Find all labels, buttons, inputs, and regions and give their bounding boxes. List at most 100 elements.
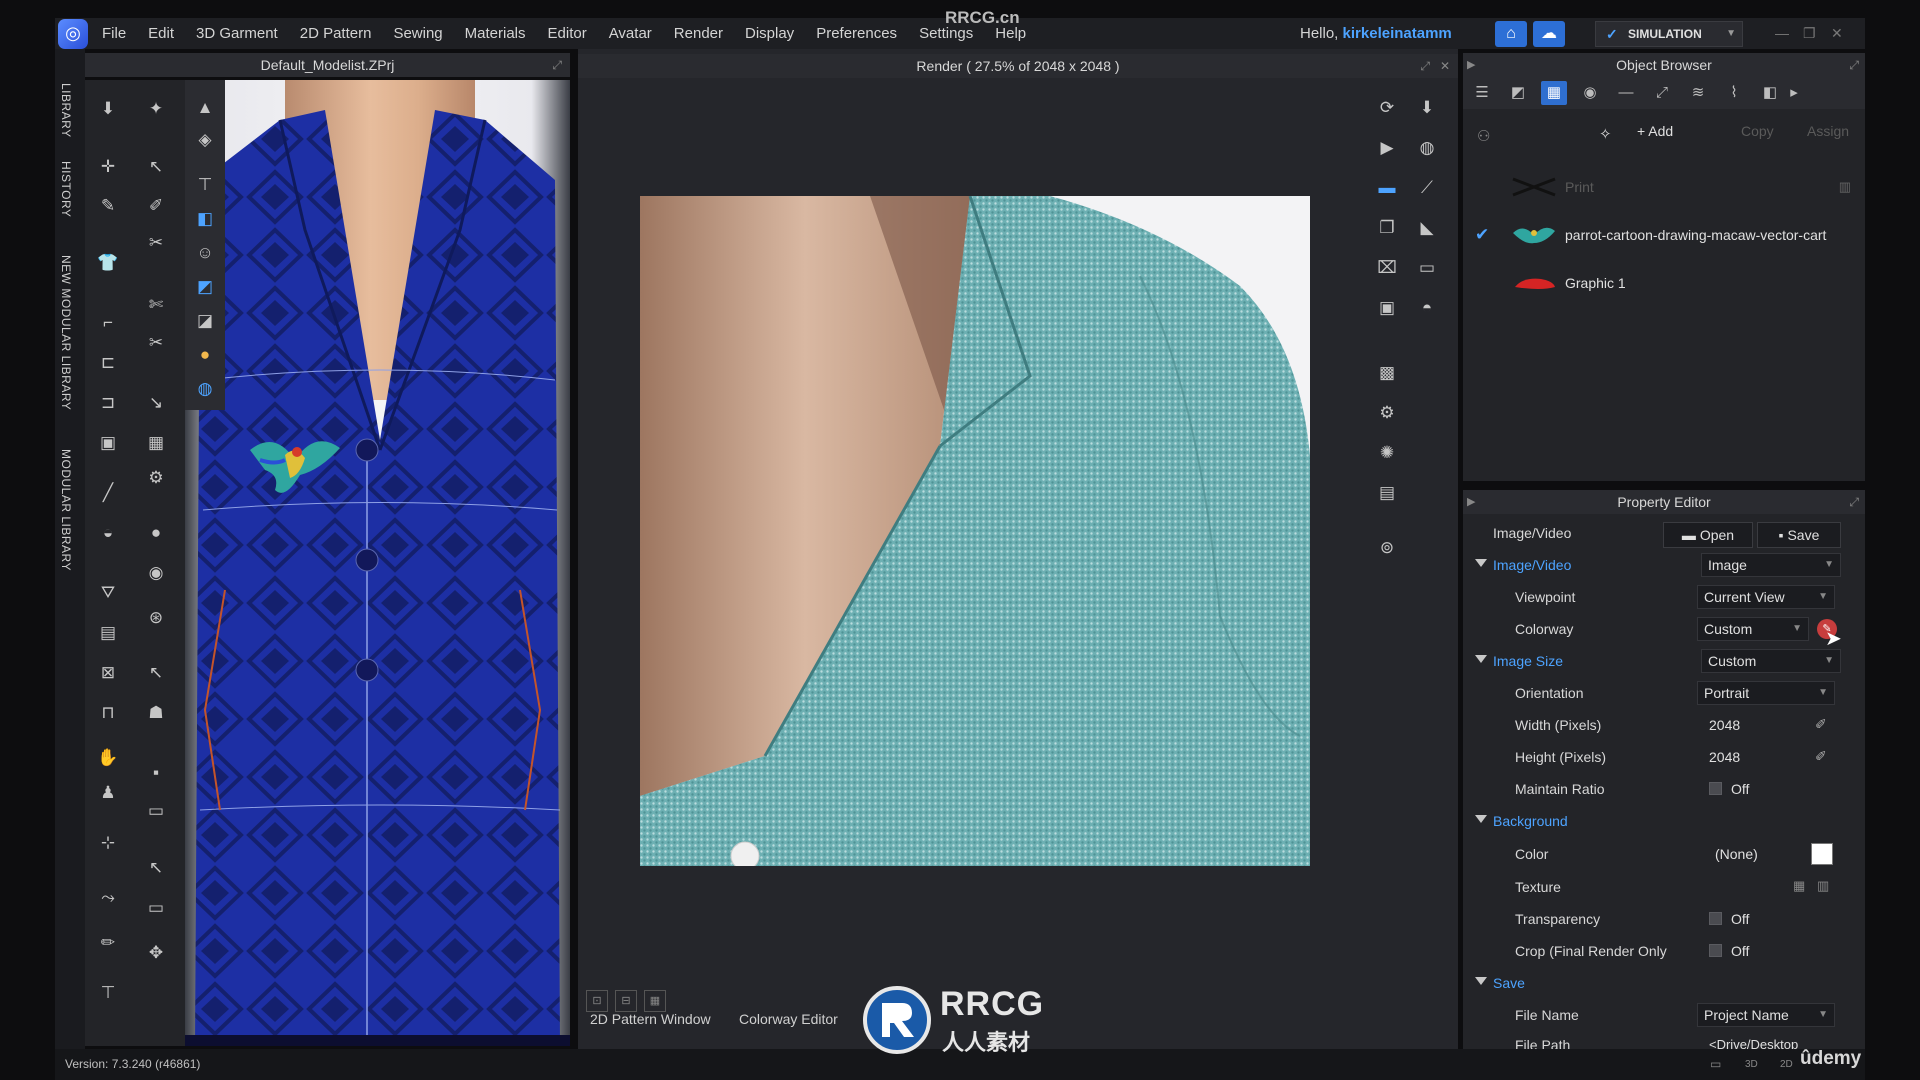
lock-icon[interactable]: ⊛: [141, 605, 171, 631]
tab-colorway-editor[interactable]: Colorway Editor: [739, 1011, 838, 1027]
ruler-icon[interactable]: ⊏: [93, 350, 123, 376]
render-film-icon[interactable]: ▤: [1372, 480, 1402, 506]
render-video-icon[interactable]: ▶: [1372, 135, 1402, 161]
garment-display-icon[interactable]: ◈: [190, 127, 220, 153]
close-icon[interactable]: ✕: [1831, 18, 1843, 49]
line-tool-icon[interactable]: ╱: [93, 480, 123, 506]
file-name-dropdown[interactable]: Project Name ▼: [1697, 1003, 1835, 1027]
render-light-icon[interactable]: ⟋: [1412, 175, 1442, 201]
assign-button[interactable]: Assign: [1807, 123, 1849, 139]
avatar-view-icon[interactable]: ☺: [190, 240, 220, 266]
shirt-icon[interactable]: ▤: [93, 620, 123, 646]
add-button[interactable]: + Add: [1637, 123, 1673, 139]
wrap-icon[interactable]: ⤳: [93, 885, 123, 911]
avatar-display-icon[interactable]: ▲: [190, 95, 220, 121]
collapse-icon[interactable]: ▶: [1467, 53, 1475, 77]
avatar-icon[interactable]: ☗: [141, 700, 171, 726]
fabric-icon[interactable]: ⛛: [93, 580, 123, 606]
render-download-icon[interactable]: ⬇: [1412, 95, 1442, 121]
render-camera-icon[interactable]: ⌧: [1372, 255, 1402, 281]
render-canvas[interactable]: [640, 196, 1310, 866]
pucker-tab-icon[interactable]: ≋: [1685, 81, 1711, 105]
magic-wand-icon[interactable]: ✧: [1599, 125, 1612, 143]
camera-tool-icon[interactable]: ▣: [93, 430, 123, 456]
panel-icon[interactable]: ▭: [141, 798, 171, 824]
render-close-icon[interactable]: ✕: [1440, 54, 1450, 78]
trash-icon[interactable]: ▥: [1839, 179, 1851, 195]
pe-collapse-icon[interactable]: ▶: [1467, 490, 1475, 514]
select-mesh-icon[interactable]: ↖: [141, 154, 171, 180]
shirt-display-icon[interactable]: ⊤: [190, 172, 220, 198]
render-layers-icon[interactable]: ❐: [1372, 215, 1402, 241]
height-edit-icon[interactable]: ✐: [1815, 748, 1827, 765]
texture-trash-icon[interactable]: ▥: [1817, 878, 1829, 894]
menu-edit[interactable]: Edit: [137, 18, 185, 49]
username[interactable]: kirkeleinatamm: [1343, 25, 1452, 42]
top-icon[interactable]: ⊠: [93, 660, 123, 686]
crop-checkbox[interactable]: [1709, 944, 1722, 957]
zoom-out-icon[interactable]: ⊟: [615, 990, 637, 1012]
render-turntable-icon[interactable]: ⊚: [1372, 535, 1402, 561]
render-image-icon[interactable]: ▬: [1372, 175, 1402, 201]
flat-icon[interactable]: ▭: [141, 895, 171, 921]
image-video-dropdown[interactable]: Image ▼: [1701, 553, 1841, 577]
scroll-right-icon[interactable]: ▸: [1781, 81, 1807, 105]
3d-viewport[interactable]: [185, 80, 570, 1046]
transform-icon[interactable]: ✛: [93, 154, 123, 180]
zoom-fit-icon[interactable]: ⊡: [586, 990, 608, 1012]
needle-icon[interactable]: ✂: [141, 330, 171, 356]
list-item[interactable]: Print ▥: [1463, 167, 1865, 207]
colorway-dropdown[interactable]: Custom ▼: [1697, 617, 1809, 641]
menu-preferences[interactable]: Preferences: [805, 18, 908, 49]
open-button[interactable]: ▬ Open: [1663, 522, 1753, 548]
render-floor-icon[interactable]: ▭: [1412, 255, 1442, 281]
menu-render[interactable]: Render: [663, 18, 734, 49]
fabric-tab-icon[interactable]: ◩: [1505, 81, 1531, 105]
width-field[interactable]: 2048: [1709, 717, 1740, 733]
pose-icon[interactable]: ✦: [141, 96, 171, 122]
grid-view-icon[interactable]: ▦: [644, 990, 666, 1012]
menu-display[interactable]: Display: [734, 18, 805, 49]
grid-select-icon[interactable]: ▦: [141, 430, 171, 456]
zip-icon[interactable]: ◒: [93, 520, 123, 546]
tab-2d-pattern-window[interactable]: 2D Pattern Window: [590, 1011, 711, 1027]
layout-icon[interactable]: ▭: [1710, 1049, 1721, 1080]
render-expand-icon[interactable]: ⤢: [1420, 54, 1430, 78]
viewpoint-dropdown[interactable]: Current View ▼: [1697, 585, 1835, 609]
render-spot-icon[interactable]: ◣: [1412, 215, 1442, 241]
render-globe-icon[interactable]: ◍: [1412, 135, 1442, 161]
image-size-dropdown[interactable]: Custom ▼: [1701, 649, 1841, 673]
fit-icon[interactable]: ✥: [141, 940, 171, 966]
cursor-icon[interactable]: ↖: [141, 660, 171, 686]
zipper-tab-icon[interactable]: ⌇: [1721, 81, 1747, 105]
pencil-icon[interactable]: ✏: [93, 930, 123, 956]
tab-history[interactable]: HISTORY: [59, 161, 73, 217]
menu-materials[interactable]: Materials: [454, 18, 537, 49]
button-icon[interactable]: ●: [141, 520, 171, 546]
button-tab-icon[interactable]: ◉: [1577, 81, 1603, 105]
orientation-dropdown[interactable]: Portrait ▼: [1697, 681, 1835, 705]
fold-icon[interactable]: ⌐: [93, 310, 123, 336]
list-icon[interactable]: ☰: [1469, 81, 1495, 105]
menu-avatar[interactable]: Avatar: [598, 18, 663, 49]
width-edit-icon[interactable]: ✐: [1815, 716, 1827, 733]
minimize-icon[interactable]: —: [1775, 18, 1789, 49]
render-refresh-icon[interactable]: ⟳: [1372, 95, 1402, 121]
drops-icon[interactable]: ⚇: [1477, 127, 1490, 145]
color-swatch[interactable]: [1811, 843, 1833, 865]
height-field[interactable]: 2048: [1709, 749, 1740, 765]
transparency-checkbox[interactable]: [1709, 912, 1722, 925]
maintain-ratio-checkbox[interactable]: [1709, 782, 1722, 795]
list-item[interactable]: ✔ parrot-cartoon-drawing-macaw-vector-ca…: [1463, 215, 1865, 255]
cloud-icon[interactable]: ☁: [1533, 21, 1565, 47]
fabric-display-icon[interactable]: ◩: [190, 274, 220, 300]
tab-library[interactable]: LIBRARY: [59, 83, 73, 138]
pin-icon[interactable]: ✎: [93, 193, 123, 219]
hand-icon[interactable]: ✋: [93, 745, 123, 771]
box-icon[interactable]: ▪: [141, 760, 171, 786]
figure-icon[interactable]: ♟: [93, 780, 123, 806]
list-item[interactable]: Graphic 1: [1463, 263, 1865, 303]
view-2d-icon[interactable]: 2D: [1780, 1049, 1793, 1080]
mode-dropdown[interactable]: ✓ SIMULATION ▼: [1595, 21, 1743, 47]
render-light-settings-icon[interactable]: ✺: [1372, 440, 1402, 466]
